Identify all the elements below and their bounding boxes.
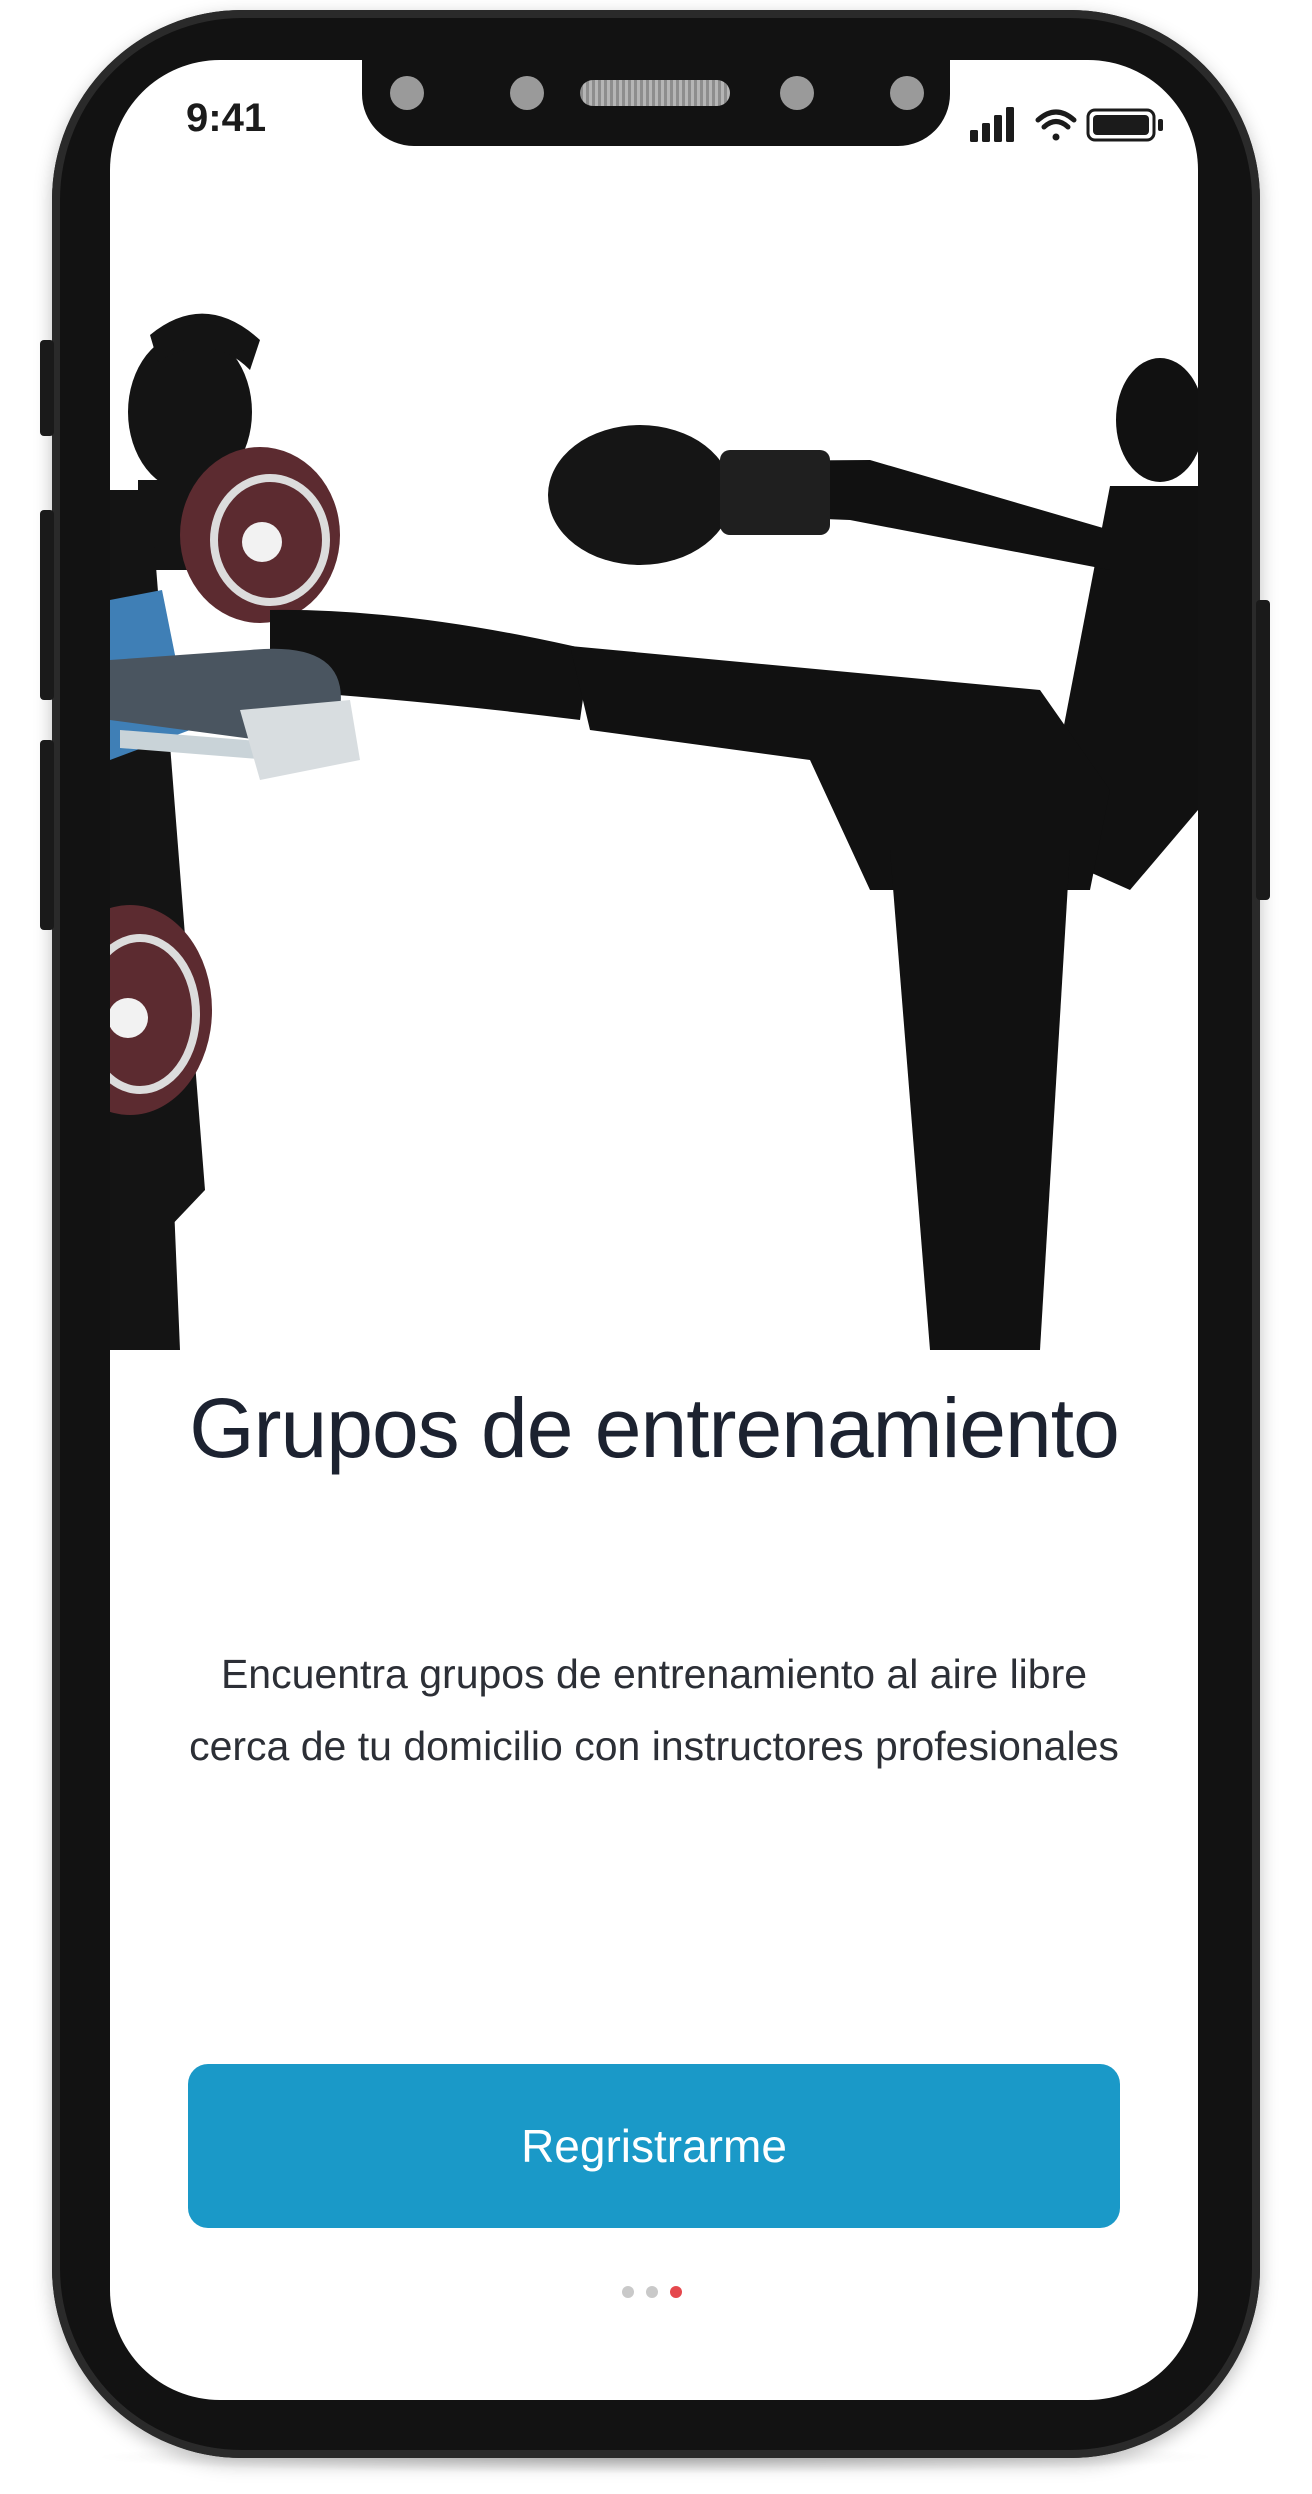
page-dot[interactable] <box>622 2286 634 2298</box>
volume-down-button <box>40 740 54 930</box>
silent-switch <box>40 340 54 436</box>
onboarding-description: Encuentra grupos de entrenamiento al air… <box>189 1651 1119 1769</box>
phone-screen: 9:41 Grupos de entrenamiento Encuentra g… <box>110 60 1198 2400</box>
focus-mitt-lower <box>110 905 212 1115</box>
boxing-glove <box>548 425 830 565</box>
front-camera <box>890 76 924 110</box>
volume-up-button <box>40 510 54 700</box>
wifi-icon <box>1035 109 1077 141</box>
focus-mitt-upper <box>180 447 340 623</box>
sensor-dot <box>390 76 424 110</box>
page-dot[interactable] <box>646 2286 658 2298</box>
battery-icon <box>1086 108 1163 142</box>
status-time: 9:41 <box>186 96 267 140</box>
trainer-wrist <box>240 700 360 780</box>
register-button[interactable]: Regristrarme <box>188 2064 1120 2228</box>
power-button <box>1256 600 1270 900</box>
earpiece-speaker <box>580 80 730 106</box>
cellular-signal-icon <box>970 107 1014 142</box>
page-title: Grupos de entrenamiento <box>189 1381 1120 1475</box>
page-indicator <box>622 2286 682 2298</box>
sensor-dot <box>780 76 814 110</box>
hero-image-kickboxing <box>110 313 1198 1350</box>
notch <box>362 60 950 146</box>
status-icons <box>970 107 1163 142</box>
sensor-dot <box>510 76 544 110</box>
page-dot-active[interactable] <box>670 2286 682 2298</box>
